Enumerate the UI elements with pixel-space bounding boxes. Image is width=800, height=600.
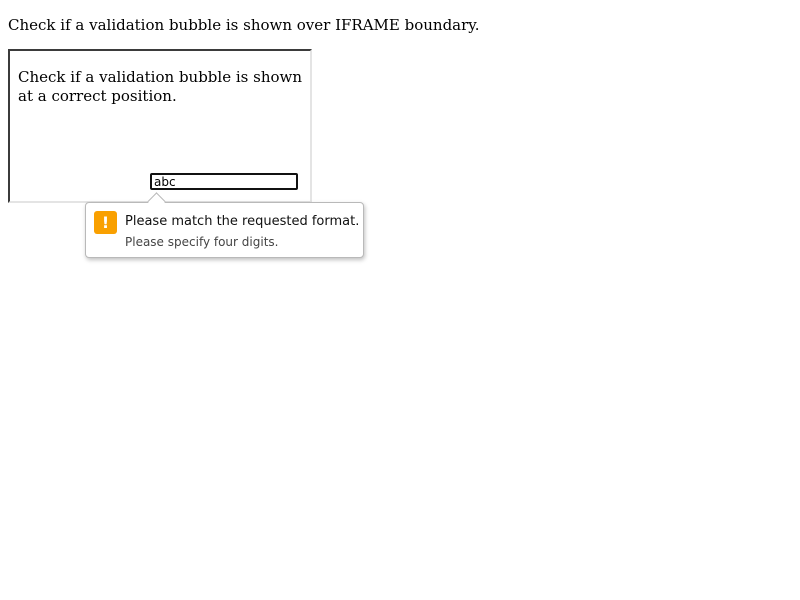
validation-bubble: ! Please match the requested format. Ple… [85,192,364,258]
validation-title: Please match the requested format. [125,214,360,229]
pattern-input-field[interactable] [150,173,298,190]
page-heading: Check if a validation bubble is shown ov… [8,16,480,34]
warning-icon: ! [94,211,117,234]
iframe-description: Check if a validation bubble is shown at… [18,68,303,105]
embedded-iframe: Check if a validation bubble is shown at… [8,49,312,203]
validation-detail: Please specify four digits. [125,235,279,249]
